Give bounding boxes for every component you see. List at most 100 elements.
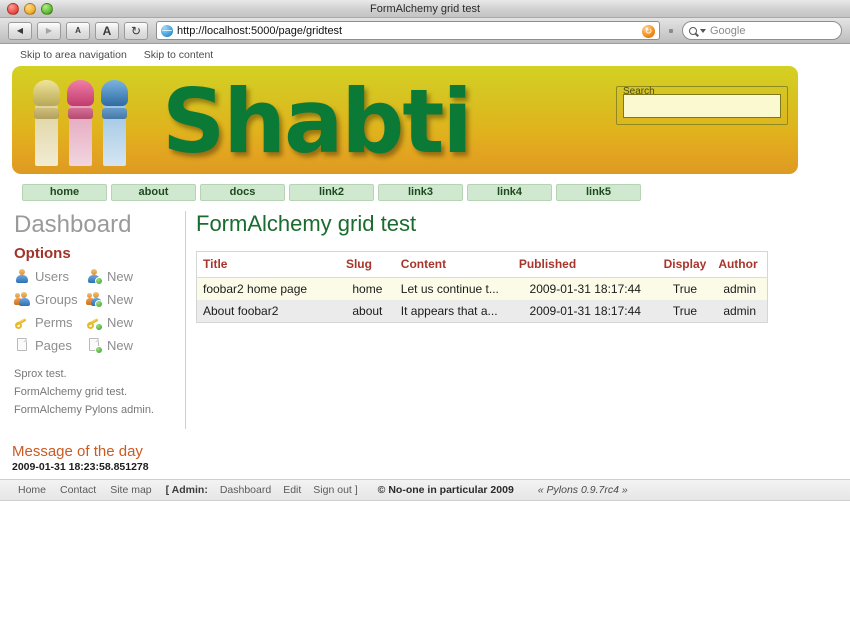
zoom-window-button[interactable] <box>41 3 53 15</box>
sidebar-item-users-new[interactable]: New <box>86 268 134 285</box>
sidebar-item-pages-new[interactable]: New <box>86 337 134 354</box>
table-body: foobar2 home page home Let us continue t… <box>196 277 768 323</box>
footer-link-edit[interactable]: Edit <box>283 484 301 496</box>
column-header-slug[interactable]: Slug <box>339 251 395 278</box>
stop-reload-icon[interactable]: ↻ <box>642 25 655 38</box>
sidebar-links: Sprox test. FormAlchemy grid test. FormA… <box>14 365 185 419</box>
nav-tab-link2[interactable]: link2 <box>289 184 374 201</box>
sidebar-item-users-new-label: New <box>107 268 134 284</box>
browser-toolbar: ◀ ▶ A A ↻ http://localhost:5000/page/gri… <box>0 18 850 44</box>
column-header-title[interactable]: Title <box>196 251 340 278</box>
text-smaller-button[interactable]: A <box>66 21 90 40</box>
footer-link-dashboard[interactable]: Dashboard <box>220 484 271 496</box>
table-header-row: Title Slug Content Published Display Aut… <box>196 251 768 278</box>
cell-slug: about <box>339 300 395 323</box>
shabti-figurines-image <box>30 72 138 170</box>
sidebar-item-groups-new-label: New <box>107 291 134 307</box>
forward-arrow-icon: ▶ <box>45 25 53 35</box>
sidebar-item-users-label: Users <box>35 268 69 284</box>
sidebar-row-perms: Perms New <box>14 314 185 331</box>
footer-powered-by: « Pylons 0.9.7rc4 » <box>537 484 628 496</box>
browser-search-placeholder: Google <box>710 24 746 37</box>
sidebar-heading: Dashboard <box>14 211 132 238</box>
footer-link-contact[interactable]: Contact <box>60 484 96 496</box>
search-icon <box>689 26 697 35</box>
column-header-content[interactable]: Content <box>394 251 513 278</box>
window-controls <box>7 3 53 15</box>
reload-button[interactable]: ↻ <box>124 21 148 40</box>
message-of-the-day: Message of the day 2009-01-31 18:23:58.8… <box>12 443 850 473</box>
cell-title: foobar2 home page <box>196 277 340 300</box>
footer-link-home[interactable]: Home <box>18 484 46 496</box>
footer-link-sign-out[interactable]: Sign out ] <box>313 484 357 496</box>
sidebar-item-groups[interactable]: Groups <box>14 291 86 307</box>
sidebar-row-groups: Groups New <box>14 291 185 308</box>
sidebar-item-groups-new[interactable]: New <box>86 291 134 308</box>
nav-tab-link5[interactable]: link5 <box>556 184 641 201</box>
shabti-figure-yellow <box>30 80 63 166</box>
site-banner: Shabti Search <box>12 66 798 174</box>
column-header-display[interactable]: Display <box>657 251 713 278</box>
table-row[interactable]: About foobar2 about It appears that a...… <box>196 300 768 323</box>
sidebar-item-pages-label: Pages <box>35 337 72 353</box>
nav-tab-link3[interactable]: link3 <box>378 184 463 201</box>
cell-published: 2009-01-31 18:17:44 <box>512 277 658 300</box>
key-icon <box>14 314 30 330</box>
motd-timestamp: 2009-01-31 18:23:58.851278 <box>12 461 149 473</box>
search-input[interactable] <box>623 94 781 118</box>
user-icon <box>14 268 30 284</box>
column-header-published[interactable]: Published <box>512 251 658 278</box>
shabti-figure-pink <box>64 80 97 166</box>
skip-to-area-navigation-link[interactable]: Skip to area navigation <box>20 49 127 61</box>
cell-published: 2009-01-31 18:17:44 <box>512 300 658 323</box>
nav-tab-docs[interactable]: docs <box>200 184 285 201</box>
key-add-icon <box>86 314 103 331</box>
site-title: Shabti <box>162 70 473 173</box>
sidebar-item-perms-new-label: New <box>107 314 134 330</box>
footer-link-site-map[interactable]: Site map <box>110 484 151 496</box>
group-icon <box>14 291 30 307</box>
sidebar-item-pages[interactable]: Pages <box>14 337 86 353</box>
user-add-icon <box>86 268 103 285</box>
skip-to-content-link[interactable]: Skip to content <box>144 49 213 61</box>
cell-author: admin <box>712 300 768 323</box>
sidebar-item-perms-label: Perms <box>35 314 73 330</box>
sidebar-item-pages-new-label: New <box>107 337 134 353</box>
sidebar-item-perms[interactable]: Perms <box>14 314 86 330</box>
sidebar-item-users[interactable]: Users <box>14 268 86 284</box>
cell-title: About foobar2 <box>196 300 340 323</box>
footer-copyright: © No-one in particular 2009 <box>377 484 514 496</box>
cell-content: It appears that a... <box>394 300 513 323</box>
close-window-button[interactable] <box>7 3 19 15</box>
forward-button[interactable]: ▶ <box>37 21 61 40</box>
cell-author: admin <box>712 277 768 300</box>
text-larger-button[interactable]: A <box>95 21 119 40</box>
table-row[interactable]: foobar2 home page home Let us continue t… <box>196 277 768 300</box>
page-icon <box>14 337 30 353</box>
sidebar-link-formalchemy-grid-test[interactable]: FormAlchemy grid test. <box>14 383 185 401</box>
sidebar-link-sprox-test[interactable]: Sprox test. <box>14 365 185 383</box>
sidebar-link-formalchemy-pylons-admin[interactable]: FormAlchemy Pylons admin. <box>14 401 185 419</box>
back-button[interactable]: ◀ <box>8 21 32 40</box>
nav-tab-about[interactable]: about <box>111 184 196 201</box>
nav-tab-home[interactable]: home <box>22 184 107 201</box>
sidebar-item-perms-new[interactable]: New <box>86 314 134 331</box>
chevron-down-icon[interactable] <box>700 28 706 33</box>
browser-search-box[interactable]: Google <box>682 21 842 40</box>
window-title: FormAlchemy grid test <box>369 2 481 15</box>
shabti-figure-blue <box>98 80 131 166</box>
formalchemy-grid-table: Title Slug Content Published Display Aut… <box>196 251 768 323</box>
search-legend: Search <box>623 86 655 97</box>
column-header-author[interactable]: Author <box>712 251 768 278</box>
address-bar[interactable]: http://localhost:5000/page/gridtest ↻ <box>156 21 660 40</box>
page-footer: Home Contact Site map [ Admin: Dashboard… <box>0 479 850 501</box>
content-wrapper: Dashboard Options Users New Groups New P… <box>0 211 850 429</box>
cell-display: True <box>657 277 713 300</box>
cell-display: True <box>657 300 713 323</box>
cell-slug: home <box>339 277 395 300</box>
nav-tab-link4[interactable]: link4 <box>467 184 552 201</box>
sidebar-options-heading: Options <box>14 245 71 262</box>
sidebar-row-pages: Pages New <box>14 337 185 354</box>
globe-favicon-icon <box>161 24 173 37</box>
minimize-window-button[interactable] <box>24 3 36 15</box>
